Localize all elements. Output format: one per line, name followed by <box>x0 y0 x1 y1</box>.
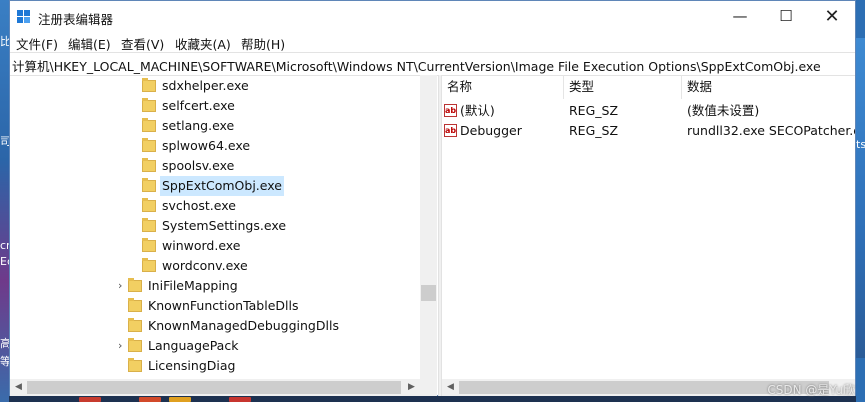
menu-help[interactable]: 帮助(H) <box>241 34 285 53</box>
menu-file[interactable]: 文件(F) <box>16 34 58 53</box>
scrollbar-thumb[interactable] <box>27 381 401 394</box>
tree-item-label[interactable]: IniFileMapping <box>146 276 240 296</box>
folder-icon <box>142 118 156 132</box>
folder-icon <box>142 258 156 272</box>
registry-editor-icon <box>17 10 31 24</box>
address-bar[interactable]: 计算机\HKEY_LOCAL_MACHINE\SOFTWARE\Microsof… <box>10 52 855 76</box>
scrollbar-thumb[interactable] <box>421 285 436 301</box>
value-name: Debugger <box>460 123 522 138</box>
tree-item-label[interactable]: SppExtComObj.exe <box>160 176 284 196</box>
tree-item-label[interactable]: KnownFunctionTableDlls <box>146 296 301 316</box>
folder-icon <box>128 278 142 292</box>
watermark: CSDN @是Yu欣 <box>767 383 855 397</box>
values-pane: 名称 类型 数据 ab (默认) REG_SZ (数值未设置) ab Debug… <box>442 75 855 396</box>
column-header-data[interactable]: 数据 <box>682 75 855 99</box>
value-name: (默认) <box>460 103 495 118</box>
folder-icon <box>142 178 156 192</box>
tree-item-label[interactable]: svchost.exe <box>160 196 238 216</box>
folder-icon <box>142 238 156 252</box>
scroll-left-arrow-icon[interactable]: ◀ <box>442 379 459 396</box>
folder-icon <box>142 218 156 232</box>
tree-item-label[interactable]: LicensingDiag <box>146 356 237 376</box>
string-value-icon: ab <box>444 104 457 117</box>
maximize-button[interactable]: ☐ <box>763 1 809 32</box>
tree-item-label[interactable]: selfcert.exe <box>160 96 237 116</box>
title-bar[interactable]: 注册表编辑器 — ☐ ✕ <box>10 1 855 32</box>
window-title: 注册表编辑器 <box>38 12 114 27</box>
value-data: (数值未设置) <box>687 103 760 118</box>
value-data: rundll32.exe SECOPatcher.dll <box>687 123 855 138</box>
taskbar <box>9 396 856 402</box>
tree-item-label[interactable]: LanguagePack <box>146 336 240 356</box>
desktop-fragment: ts <box>856 138 865 151</box>
folder-icon <box>142 138 156 152</box>
registry-editor-window: 注册表编辑器 — ☐ ✕ 文件(F) 编辑(E) 查看(V) 收藏夹(A) 帮助… <box>9 0 856 396</box>
folder-icon <box>128 338 142 352</box>
address-path[interactable]: 计算机\HKEY_LOCAL_MACHINE\SOFTWARE\Microsof… <box>12 56 821 75</box>
value-row[interactable]: ab Debugger REG_SZ rundll32.exe SECOPatc… <box>442 121 855 141</box>
folder-icon <box>142 98 156 112</box>
tree-item-label[interactable]: sdxhelper.exe <box>160 76 251 96</box>
folder-icon <box>128 358 142 372</box>
value-type: REG_SZ <box>569 103 619 118</box>
taskbar-app-icon[interactable] <box>139 397 161 402</box>
taskbar-app-icon[interactable] <box>169 397 191 402</box>
tree-item-label[interactable]: winword.exe <box>160 236 243 256</box>
taskbar-app-icon[interactable] <box>79 397 101 402</box>
column-header-type[interactable]: 类型 <box>564 75 682 99</box>
minimize-button[interactable]: — <box>717 1 763 32</box>
menu-edit[interactable]: 编辑(E) <box>68 34 111 53</box>
scroll-right-arrow-icon[interactable]: ▶ <box>403 379 420 396</box>
value-row[interactable]: ab (默认) REG_SZ (数值未设置) <box>442 101 855 121</box>
tree-item-label[interactable]: wordconv.exe <box>160 256 250 276</box>
tree-item-label[interactable]: SystemSettings.exe <box>160 216 288 236</box>
tree-item-label[interactable]: spoolsv.exe <box>160 156 236 176</box>
value-type: REG_SZ <box>569 123 619 138</box>
tree-horizontal-scrollbar[interactable]: ◀ ▶ <box>10 379 437 396</box>
menu-view[interactable]: 查看(V) <box>121 34 164 53</box>
desktop-right-edge: ts <box>856 38 865 358</box>
folder-icon <box>142 198 156 212</box>
folder-icon <box>128 318 142 332</box>
tree-item-label[interactable]: KnownManagedDebuggingDlls <box>146 316 341 336</box>
expand-chevron-icon[interactable]: › <box>118 276 128 296</box>
close-button[interactable]: ✕ <box>809 1 855 32</box>
tree-item-label[interactable]: splwow64.exe <box>160 136 252 156</box>
menu-bar: 文件(F) 编辑(E) 查看(V) 收藏夹(A) 帮助(H) <box>10 32 855 52</box>
tree-vertical-scrollbar[interactable] <box>420 75 437 379</box>
scroll-left-arrow-icon[interactable]: ◀ <box>10 379 27 396</box>
folder-icon <box>142 158 156 172</box>
column-header-name[interactable]: 名称 <box>442 75 564 99</box>
expand-chevron-icon[interactable]: › <box>118 336 128 356</box>
desktop-left-edge: 比 司 cr Ec 高 等 <box>0 0 13 402</box>
folder-icon <box>128 298 142 312</box>
tree-item-label[interactable]: setlang.exe <box>160 116 236 136</box>
key-tree-pane: sdxhelper.exe selfcert.exe setlang.exe s… <box>10 75 438 396</box>
menu-favorites[interactable]: 收藏夹(A) <box>175 34 231 53</box>
string-value-icon: ab <box>444 124 457 137</box>
folder-icon <box>142 78 156 92</box>
taskbar-app-icon[interactable] <box>229 397 251 402</box>
